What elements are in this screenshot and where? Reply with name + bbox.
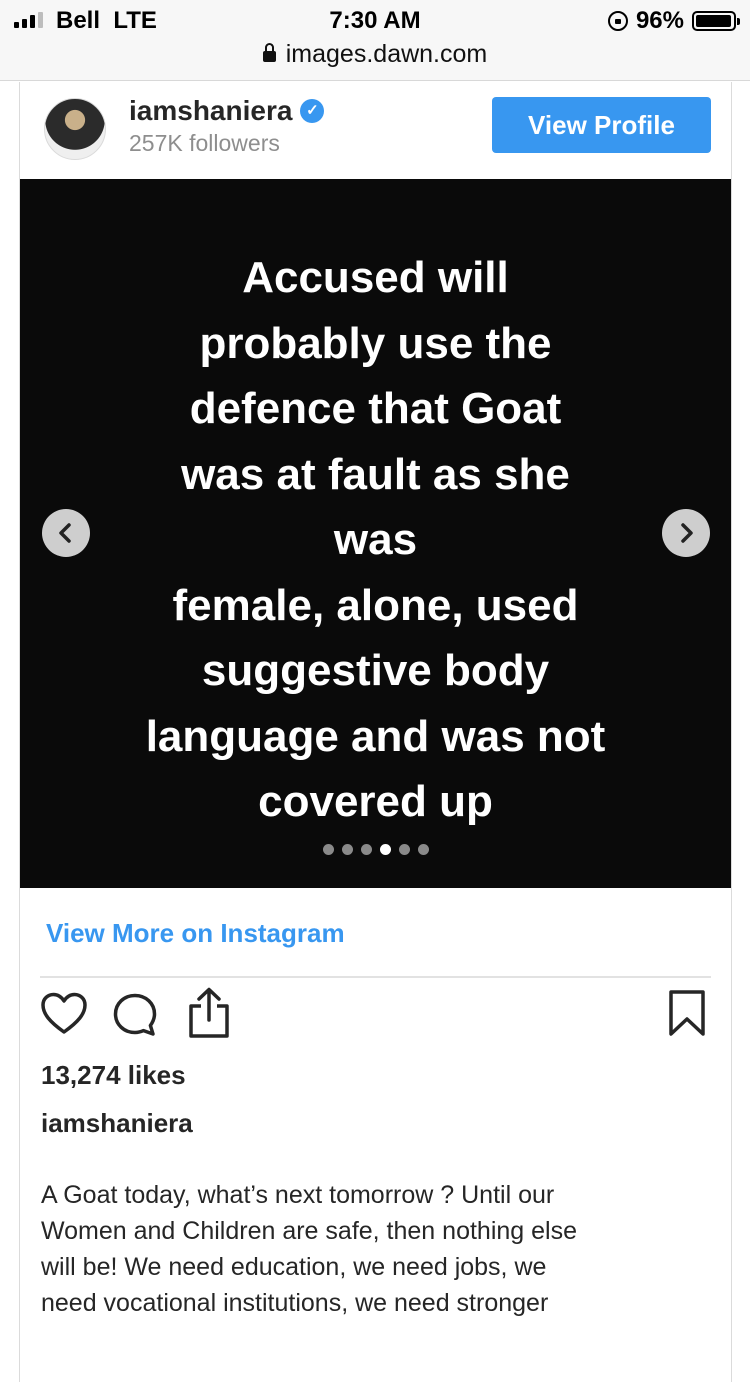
carousel-dot xyxy=(398,844,410,855)
address-bar[interactable]: images.dawn.com xyxy=(0,40,750,69)
battery-area: 96% xyxy=(607,7,740,35)
chevron-right-icon xyxy=(681,523,693,543)
heart-icon[interactable] xyxy=(40,992,88,1036)
status-bar: Bell LTE 7:30 AM 96% xyxy=(0,0,750,40)
bookmark-icon[interactable] xyxy=(667,988,707,1038)
media-text-line: female, alone, used xyxy=(172,580,579,630)
carousel-next-button[interactable] xyxy=(662,509,710,557)
caption-line: A Goat today, what’s next tomorrow ? Unt… xyxy=(41,1181,555,1209)
caption-line: will be! We need education, we need jobs… xyxy=(41,1253,547,1281)
carousel-dot xyxy=(360,844,372,855)
post-media[interactable]: Accused will probably use the defence that… xyxy=(20,179,731,888)
action-bar xyxy=(40,987,711,1044)
avatar[interactable] xyxy=(44,98,106,160)
profile-username[interactable]: iamshaniera xyxy=(129,95,292,127)
battery-level-fill xyxy=(696,15,731,27)
carousel-dot xyxy=(322,844,334,855)
media-text: Accused will probably use the defence that… xyxy=(80,245,671,835)
share-icon[interactable] xyxy=(186,986,232,1040)
media-text-line: was xyxy=(333,515,418,564)
rotation-lock-icon xyxy=(607,11,628,31)
likes-count[interactable]: 13,274 likes xyxy=(41,1060,186,1091)
carousel-indicator xyxy=(20,844,731,855)
browser-top-bar: Bell LTE 7:30 AM 96% images.dawn.com xyxy=(0,0,750,81)
view-more-link[interactable]: View More on Instagram xyxy=(46,918,345,949)
followers-count: 257K followers xyxy=(129,130,280,156)
profile-username-row[interactable]: iamshaniera ✓ xyxy=(129,95,325,127)
media-text-line: language and was not xyxy=(145,711,606,761)
caption-line: Women and Children are safe, then nothin… xyxy=(41,1217,577,1245)
media-text-line: was at fault as she xyxy=(181,449,570,499)
carousel-dot xyxy=(379,844,391,855)
media-text-line: probably use the xyxy=(199,318,552,368)
carousel-prev-button[interactable] xyxy=(42,509,90,557)
caption-username[interactable]: iamshaniera xyxy=(41,1108,193,1139)
chevron-left-icon xyxy=(59,523,71,543)
instagram-embed: iamshaniera ✓ 257K followers View Profil… xyxy=(19,82,732,1382)
media-text-line: covered up xyxy=(258,777,493,826)
url-text: images.dawn.com xyxy=(285,40,488,68)
comment-icon[interactable] xyxy=(112,992,158,1038)
divider xyxy=(40,976,711,978)
view-profile-button[interactable]: View Profile xyxy=(492,97,711,153)
carousel-dot xyxy=(417,844,429,855)
carousel-dot xyxy=(341,844,353,855)
media-text-line: Accused will xyxy=(242,253,509,302)
media-text-line: suggestive body xyxy=(201,646,550,695)
caption-text: A Goat today, what’s next tomorrow ? Unt… xyxy=(41,1177,711,1321)
verified-badge-icon: ✓ xyxy=(300,99,325,123)
media-text-line: defence that Goat xyxy=(189,384,562,433)
battery-icon xyxy=(692,11,740,31)
padlock-icon xyxy=(262,43,276,62)
caption-line: need vocational institutions, we need st… xyxy=(41,1289,549,1317)
battery-percent: 96% xyxy=(635,7,684,34)
